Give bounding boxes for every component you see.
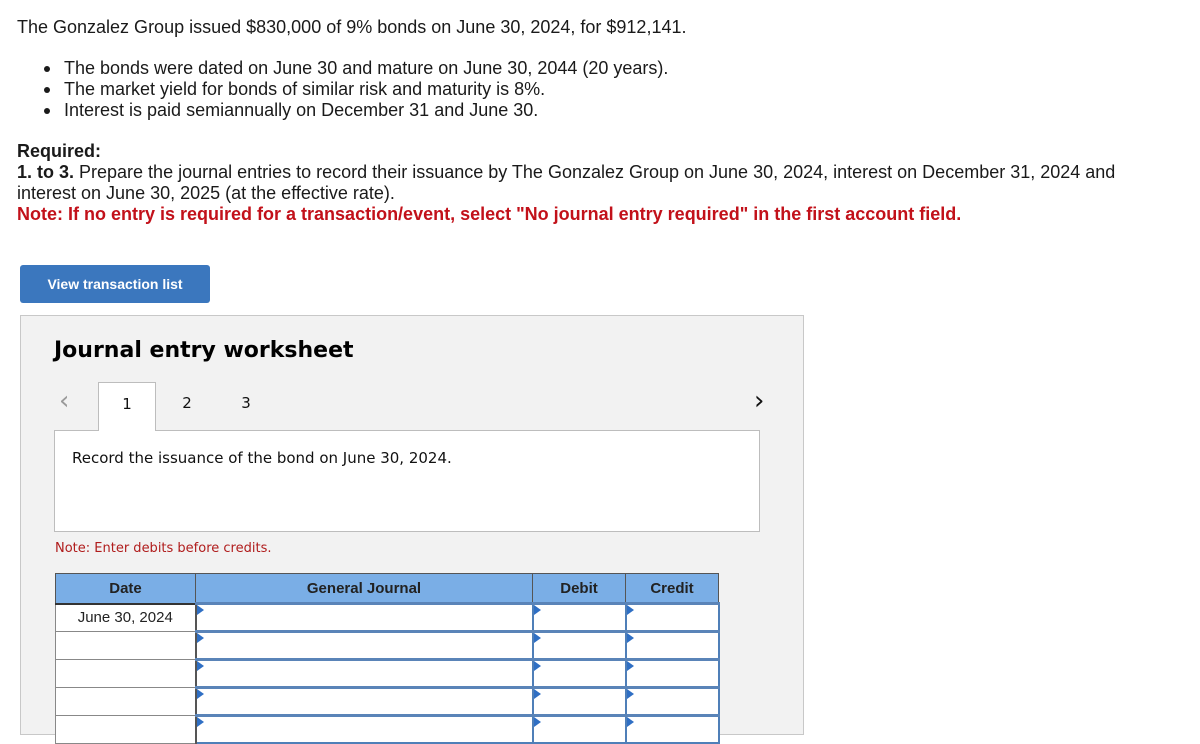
dropdown-flag-icon: [626, 717, 634, 727]
bullet-dot-icon: [44, 108, 50, 114]
credit-input[interactable]: [626, 688, 722, 715]
dropdown-flag-icon: [626, 605, 634, 615]
credit-input[interactable]: [626, 632, 722, 659]
date-cell: [55, 631, 197, 660]
credit-cell[interactable]: [624, 630, 722, 661]
required-note: Note: If no entry is required for a tran…: [17, 204, 962, 224]
account-cell[interactable]: [194, 686, 536, 717]
table-row: [55, 714, 722, 744]
table-row: [55, 686, 722, 717]
credit-cell[interactable]: [624, 658, 722, 689]
table-header-row: Date General Journal Debit Credit: [55, 573, 719, 605]
dropdown-flag-icon: [196, 661, 204, 671]
dropdown-flag-icon: [196, 689, 204, 699]
date-cell: June 30, 2024: [55, 603, 197, 632]
account-input[interactable]: [196, 660, 536, 687]
bullet-item: Interest is paid semiannually on Decembe…: [36, 100, 668, 121]
problem-intro: The Gonzalez Group issued $830,000 of 9%…: [17, 17, 687, 37]
date-cell: [55, 715, 197, 744]
credit-input[interactable]: [626, 604, 722, 631]
debit-cell[interactable]: [531, 658, 629, 689]
chevron-right-icon[interactable]: ›: [754, 388, 764, 414]
debit-cell[interactable]: [531, 602, 629, 633]
debit-input[interactable]: [533, 604, 629, 631]
required-section: Required: 1. to 3. Prepare the journal e…: [17, 141, 1137, 225]
tab-1[interactable]: 1: [98, 382, 156, 431]
debits-note: Note: Enter debits before credits.: [55, 541, 272, 556]
date-cell: [55, 659, 197, 688]
problem-bullets: The bonds were dated on June 30 and matu…: [36, 58, 668, 121]
dropdown-flag-icon: [533, 717, 541, 727]
debit-input[interactable]: [533, 660, 629, 687]
required-heading: Required:: [17, 141, 102, 161]
account-cell[interactable]: [194, 602, 536, 633]
account-input[interactable]: [196, 688, 536, 715]
account-cell[interactable]: [194, 630, 536, 661]
debit-cell[interactable]: [531, 686, 629, 717]
credit-input[interactable]: [626, 716, 722, 743]
account-input[interactable]: [196, 632, 536, 659]
credit-cell[interactable]: [624, 686, 722, 717]
dropdown-flag-icon: [533, 605, 541, 615]
dropdown-flag-icon: [626, 633, 634, 643]
table-row: [55, 630, 722, 661]
bullet-item: The market yield for bonds of similar ri…: [36, 79, 668, 100]
debit-cell[interactable]: [531, 714, 629, 744]
debit-cell[interactable]: [531, 630, 629, 661]
transaction-description: Record the issuance of the bond on June …: [72, 449, 452, 467]
bullet-text: The bonds were dated on June 30 and matu…: [64, 58, 669, 78]
date-cell: [55, 687, 197, 716]
dropdown-flag-icon: [196, 717, 204, 727]
debit-input[interactable]: [533, 632, 629, 659]
worksheet-title: Journal entry worksheet: [54, 338, 354, 363]
account-cell[interactable]: [194, 714, 536, 744]
dropdown-flag-icon: [533, 689, 541, 699]
header-debit: Debit: [532, 573, 626, 605]
credit-cell[interactable]: [624, 602, 722, 633]
transaction-description-box: Record the issuance of the bond on June …: [54, 430, 760, 532]
debit-input[interactable]: [533, 688, 629, 715]
credit-cell[interactable]: [624, 714, 722, 744]
table-row: [55, 658, 722, 689]
dropdown-flag-icon: [533, 661, 541, 671]
account-input[interactable]: [196, 604, 536, 631]
credit-input[interactable]: [626, 660, 722, 687]
bullet-item: The bonds were dated on June 30 and matu…: [36, 58, 668, 79]
header-date: Date: [55, 573, 196, 605]
tab-2[interactable]: 2: [158, 382, 216, 431]
chevron-left-icon[interactable]: ‹: [59, 388, 69, 414]
bullet-dot-icon: [44, 87, 50, 93]
step-label: 1. to 3.: [17, 162, 75, 182]
account-cell[interactable]: [194, 658, 536, 689]
header-credit: Credit: [625, 573, 719, 605]
account-input[interactable]: [196, 716, 536, 743]
tab-3[interactable]: 3: [217, 382, 275, 431]
bullet-text: The market yield for bonds of similar ri…: [64, 79, 546, 99]
header-general-journal: General Journal: [195, 573, 533, 605]
dropdown-flag-icon: [626, 689, 634, 699]
debit-input[interactable]: [533, 716, 629, 743]
table-row: June 30, 2024: [55, 602, 722, 633]
dropdown-flag-icon: [626, 661, 634, 671]
dropdown-flag-icon: [533, 633, 541, 643]
journal-table: Date General Journal Debit Credit June 3…: [55, 573, 722, 744]
dropdown-flag-icon: [196, 605, 204, 615]
step-text: Prepare the journal entries to record th…: [17, 162, 1116, 203]
bullet-dot-icon: [44, 66, 50, 72]
bullet-text: Interest is paid semiannually on Decembe…: [64, 100, 539, 120]
view-transaction-list-button[interactable]: View transaction list: [20, 265, 210, 303]
journal-entry-worksheet: Journal entry worksheet ‹ 1 2 3 › Record…: [20, 315, 804, 744]
dropdown-flag-icon: [196, 633, 204, 643]
